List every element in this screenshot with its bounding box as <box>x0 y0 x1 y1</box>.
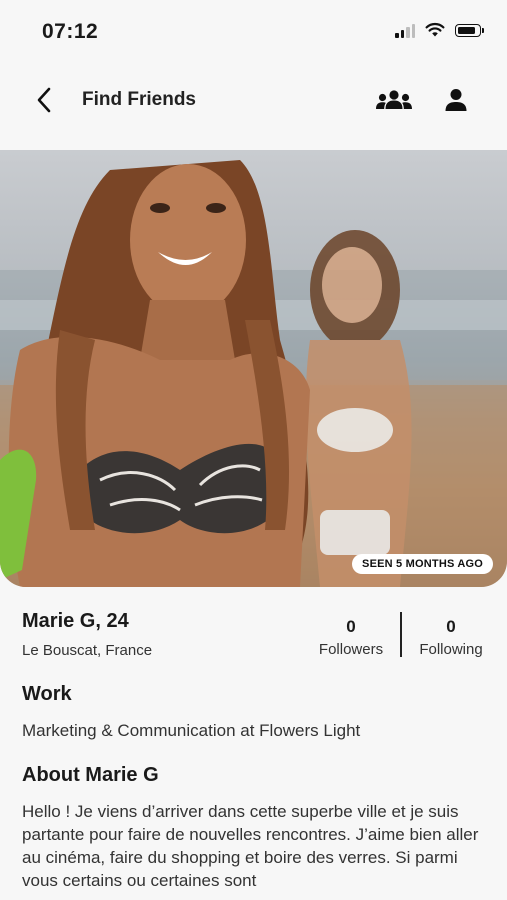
following-stat[interactable]: 0 Following <box>406 617 496 658</box>
user-icon <box>445 89 467 111</box>
following-count: 0 <box>446 617 456 636</box>
about-heading: About Marie G <box>22 764 159 786</box>
chevron-left-icon <box>37 87 51 113</box>
profile-location: Le Bouscat, France <box>22 642 153 659</box>
battery-icon <box>455 23 484 37</box>
work-heading: Work <box>22 683 72 705</box>
page-title: Find Friends <box>82 89 196 110</box>
profile-name: Marie G, 24 <box>22 610 129 632</box>
nav-bar: Find Friends <box>0 64 507 136</box>
about-text: Hello ! Je viens d’arriver dans cette su… <box>22 802 479 890</box>
friends-button[interactable] <box>374 84 414 116</box>
group-icon <box>376 90 412 109</box>
followers-stat[interactable]: 0 Followers <box>306 617 396 658</box>
work-text: Marketing & Communication at Flowers Lig… <box>22 721 361 740</box>
profile-photo[interactable]: SEEN 5 MONTHS AGO <box>0 150 507 587</box>
wifi-icon <box>425 22 445 37</box>
followers-label: Followers <box>318 641 384 658</box>
following-label: Following <box>419 641 483 658</box>
profile-photo-image <box>0 160 507 587</box>
status-icons <box>395 22 484 38</box>
stats-divider <box>400 612 402 657</box>
signal-icon <box>395 22 415 38</box>
status-time: 07:12 <box>42 20 99 43</box>
status-bar: 07:12 <box>0 0 507 64</box>
profile-button[interactable] <box>440 84 472 116</box>
back-button[interactable] <box>26 82 62 118</box>
last-seen-badge: SEEN 5 MONTHS AGO <box>352 554 493 574</box>
followers-count: 0 <box>346 617 356 636</box>
